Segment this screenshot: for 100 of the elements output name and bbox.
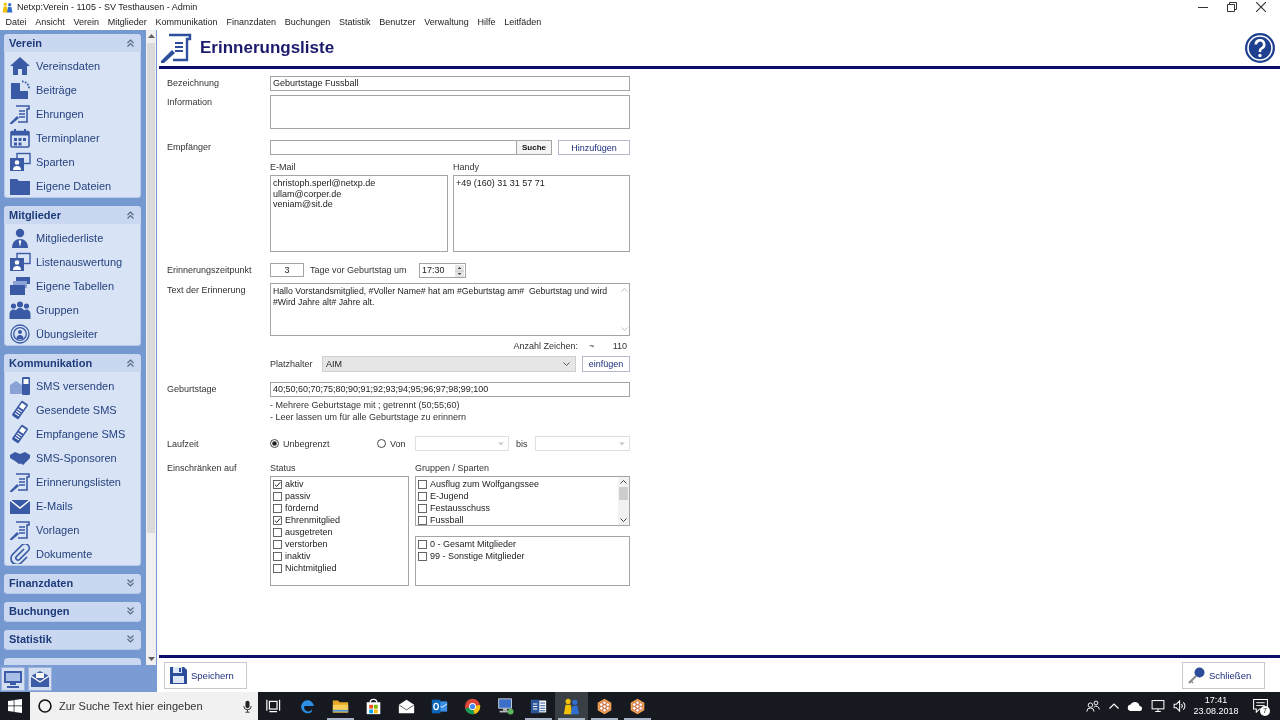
scrollbar[interactable] bbox=[146, 30, 156, 665]
sidebar-item[interactable]: Vorlagen bbox=[4, 518, 141, 542]
checkbox[interactable] bbox=[273, 491, 282, 501]
panel-header[interactable]: Buchungen bbox=[4, 602, 141, 620]
scroll-down-icon[interactable] bbox=[147, 657, 155, 661]
scroll-thumb[interactable] bbox=[147, 43, 155, 533]
checkbox[interactable] bbox=[273, 551, 282, 561]
checkbox[interactable] bbox=[273, 479, 282, 489]
list-item[interactable]: ullam@corper.de bbox=[273, 188, 445, 199]
people-icon[interactable] bbox=[1085, 700, 1101, 712]
sidebar-item[interactable]: Vereinsdaten bbox=[4, 54, 141, 78]
sidebar-item[interactable]: Übungsleiter bbox=[4, 322, 141, 346]
spinner-icon[interactable] bbox=[455, 264, 464, 277]
list-item[interactable]: veniam@sit.de bbox=[273, 199, 445, 210]
checkbox[interactable] bbox=[418, 503, 427, 513]
list-item[interactable]: christoph.sperl@netxp.de bbox=[273, 178, 445, 189]
scroll-thumb[interactable] bbox=[619, 487, 628, 500]
cloud-icon[interactable] bbox=[1127, 700, 1143, 712]
sidebar-item[interactable]: Gruppen bbox=[4, 298, 141, 322]
sidebar-item[interactable]: SMS versenden bbox=[4, 374, 141, 398]
search-field[interactable]: Suche bbox=[270, 140, 552, 155]
sidebar-item[interactable]: Mitgliederliste bbox=[4, 226, 141, 250]
menu-item[interactable]: Mitglieder bbox=[103, 15, 152, 29]
checkbox[interactable] bbox=[273, 527, 282, 537]
checkbox[interactable] bbox=[418, 491, 427, 501]
menu-item[interactable]: Buchungen bbox=[280, 15, 335, 29]
menu-item[interactable]: Statistik bbox=[334, 15, 375, 29]
sidebar-item[interactable]: Terminplaner bbox=[4, 126, 141, 150]
sidebar-item[interactable]: Beiträge bbox=[4, 78, 141, 102]
menu-item[interactable]: Benutzer bbox=[374, 15, 420, 29]
notification-icon[interactable] bbox=[1252, 699, 1268, 713]
panel-header[interactable]: Statistik bbox=[4, 630, 141, 648]
sidebar-item[interactable]: Gesendete SMS bbox=[4, 398, 141, 422]
view-button[interactable] bbox=[28, 666, 52, 691]
list-box[interactable]: +49 (160) 31 31 57 71 bbox=[453, 175, 630, 252]
help-icon[interactable] bbox=[1245, 33, 1275, 63]
text-area[interactable]: Hallo Vorstandsmitglied, #Voller Name# hat am #Geburtstag am# Geburtstag und wird #Wird Jahre alt# Jahre alt. bbox=[270, 283, 630, 336]
radio-button[interactable] bbox=[270, 439, 279, 448]
scroll-up-icon[interactable] bbox=[147, 34, 155, 38]
speaker-icon[interactable] bbox=[1173, 700, 1187, 712]
sidebar-item[interactable]: Sparten bbox=[4, 150, 141, 174]
scroll-up-icon[interactable] bbox=[620, 480, 627, 484]
search-button[interactable]: Suche bbox=[516, 141, 551, 154]
minimize-icon[interactable] bbox=[1198, 6, 1208, 8]
sidebar-item[interactable]: SMS-Sponsoren bbox=[4, 446, 141, 470]
chevron-up-icon[interactable] bbox=[1109, 703, 1119, 709]
close-icon[interactable] bbox=[1256, 2, 1266, 12]
sidebar-item[interactable]: Eigene Tabellen bbox=[4, 274, 141, 298]
checkbox[interactable] bbox=[273, 503, 282, 513]
text-field[interactable]: Geburtstage Fussball bbox=[270, 76, 630, 91]
checkbox[interactable] bbox=[273, 515, 282, 525]
list-item[interactable]: +49 (160) 31 31 57 71 bbox=[456, 178, 627, 189]
mail-app-icon bbox=[431, 697, 448, 715]
view-button[interactable] bbox=[1, 666, 25, 691]
checkbox-label: Ausflug zum Wolfgangssee bbox=[430, 478, 539, 490]
menu-item[interactable]: Kommunikation bbox=[151, 15, 222, 29]
sidebar-item[interactable]: Ehrungen bbox=[4, 102, 141, 126]
dropdown[interactable]: AIM bbox=[322, 356, 576, 372]
search-field[interactable]: Zur Suche Text hier eingeben bbox=[30, 692, 258, 720]
list-box[interactable]: christoph.sperl@netxp.de ullam@corper.de veniam@sit.de bbox=[270, 175, 448, 252]
menu-item[interactable]: Finanzdaten bbox=[222, 15, 281, 29]
add-button[interactable]: Hinzufügen bbox=[558, 140, 630, 155]
checkbox[interactable] bbox=[418, 551, 427, 561]
menu-item[interactable]: Ansicht bbox=[30, 15, 70, 29]
checkbox[interactable] bbox=[273, 539, 282, 549]
menu-item[interactable]: Leitfäden bbox=[499, 15, 546, 29]
sidebar-item[interactable]: E-Mails bbox=[4, 494, 141, 518]
menu-item[interactable]: Verein bbox=[69, 15, 104, 29]
time-field[interactable]: 17:30 bbox=[419, 263, 466, 278]
checkbox[interactable] bbox=[418, 539, 427, 549]
panel-header[interactable]: Verein bbox=[4, 34, 141, 52]
sidebar-item[interactable]: Dokumente bbox=[4, 542, 141, 566]
text-field[interactable]: 40;50;60;70;75;80;90;91;92;93;94;95;96;97;98;99;100 bbox=[270, 382, 630, 397]
checkbox[interactable] bbox=[273, 563, 282, 573]
restore-icon[interactable] bbox=[1227, 2, 1237, 12]
monitor-icon[interactable] bbox=[1151, 700, 1165, 712]
save-button[interactable]: Speichern bbox=[164, 661, 247, 689]
panel-header[interactable]: Mitglieder bbox=[4, 206, 141, 224]
close-button[interactable]: Schließen bbox=[1182, 661, 1265, 689]
sidebar-item[interactable]: Eigene Dateien bbox=[4, 174, 141, 198]
scrollbar[interactable] bbox=[618, 477, 629, 525]
menu-item[interactable]: Verwaltung bbox=[419, 15, 474, 29]
checkbox[interactable] bbox=[418, 515, 427, 525]
number-field[interactable]: 3 bbox=[270, 263, 304, 277]
menu-item[interactable]: Datei bbox=[1, 15, 31, 29]
scroll-down-icon[interactable] bbox=[620, 518, 627, 522]
sidebar-item[interactable]: Erinnerungslisten bbox=[4, 470, 141, 494]
clock[interactable]: 17:41 23.08.2018 bbox=[1193, 695, 1239, 717]
insert-button[interactable]: einfügen bbox=[582, 356, 630, 372]
checkbox[interactable] bbox=[418, 479, 427, 489]
taskbar-app[interactable] bbox=[555, 692, 588, 720]
sidebar-item[interactable]: Empfangene SMS bbox=[4, 422, 141, 446]
menu-item[interactable]: Hilfe bbox=[473, 15, 500, 29]
panel-header[interactable]: Finanzdaten bbox=[4, 574, 141, 592]
microphone-icon[interactable] bbox=[243, 699, 252, 713]
field-label: Laufzeit bbox=[167, 437, 200, 451]
checkbox-label: E-Jugend bbox=[430, 490, 469, 502]
panel-header[interactable]: Kommunikation bbox=[4, 354, 141, 372]
radio-button[interactable] bbox=[377, 439, 386, 448]
sidebar-item[interactable]: Listenauswertung bbox=[4, 250, 141, 274]
